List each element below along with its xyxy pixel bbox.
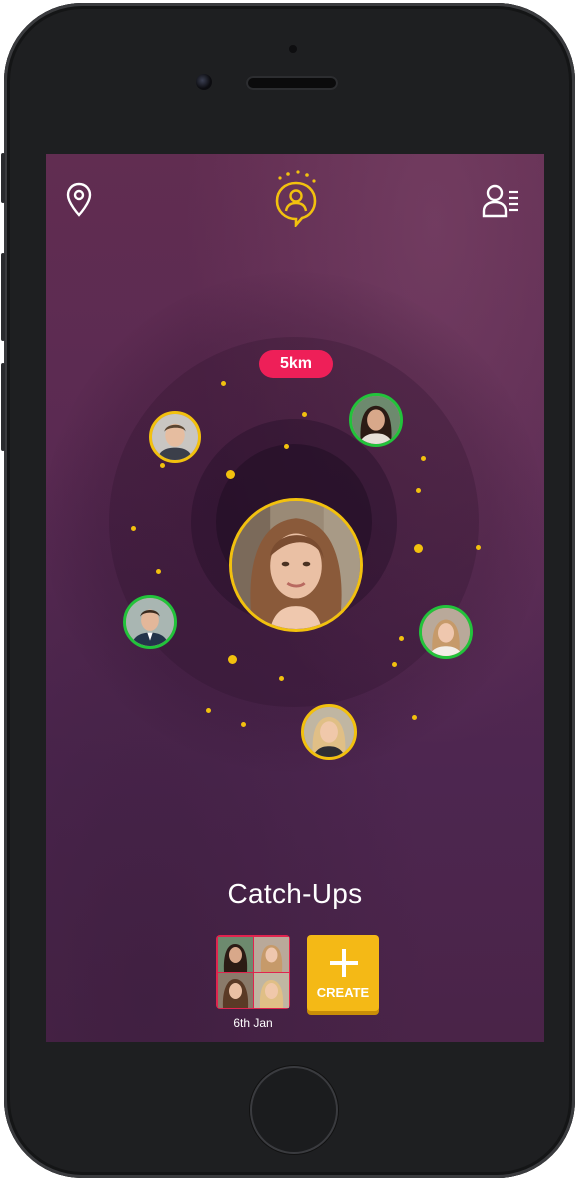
orbit-dot — [226, 470, 235, 479]
catchup-date: 6th Jan — [233, 1016, 273, 1030]
orbit-dot — [131, 526, 136, 531]
orbit-dot — [416, 488, 421, 493]
orbit-dot — [302, 412, 307, 417]
catchup-group-thumbnail[interactable] — [216, 935, 290, 1009]
earpiece-speaker — [246, 76, 338, 90]
orbit-dot — [392, 662, 397, 667]
orbit-dot — [476, 545, 481, 550]
profile-chat-icon[interactable] — [272, 169, 320, 229]
catchup-member-photo — [254, 973, 289, 1008]
orbit-dot — [160, 463, 165, 468]
woman-center-avatar[interactable] — [229, 498, 363, 632]
woman-top-right-avatar[interactable] — [349, 393, 403, 447]
location-pin-icon[interactable] — [66, 182, 92, 218]
man-top-left-avatar[interactable] — [149, 411, 201, 463]
orbit-dot — [399, 636, 404, 641]
orbit-dot — [156, 569, 161, 574]
create-button-label: CREATE — [316, 985, 370, 1000]
orbit-dot — [421, 456, 426, 461]
orbit-dot — [241, 722, 246, 727]
orbit-dot — [221, 381, 226, 386]
home-button[interactable] — [250, 1066, 338, 1154]
create-catchup-button[interactable]: CREATE — [307, 935, 379, 1011]
orbit-dot — [412, 715, 417, 720]
volume-down-button — [1, 363, 5, 451]
woman-bottom-avatar[interactable] — [301, 704, 357, 760]
orbit-dot — [228, 655, 237, 664]
section-title: Catch-Ups — [227, 878, 363, 909]
catchup-member-photo — [218, 973, 253, 1008]
distance-badge: 5km — [259, 350, 333, 378]
silent-switch — [1, 153, 5, 203]
front-sensor — [289, 45, 297, 53]
orbit-dot — [284, 444, 289, 449]
orbit-dot — [414, 544, 423, 553]
phone-frame: 5km Catch-Ups 6th Jan CREATE — [1, 3, 575, 1178]
catchup-member-photo — [218, 937, 253, 972]
contacts-list-icon[interactable] — [482, 184, 520, 218]
orbit-dot — [206, 708, 211, 713]
app-screen: 5km Catch-Ups 6th Jan CREATE — [46, 154, 544, 1042]
man-left-avatar[interactable] — [123, 595, 177, 649]
orbit-dot — [279, 676, 284, 681]
volume-up-button — [1, 253, 5, 341]
catchup-member-photo — [254, 937, 289, 972]
front-camera — [196, 74, 212, 90]
plus-icon — [330, 949, 358, 977]
woman-right-avatar[interactable] — [419, 605, 473, 659]
